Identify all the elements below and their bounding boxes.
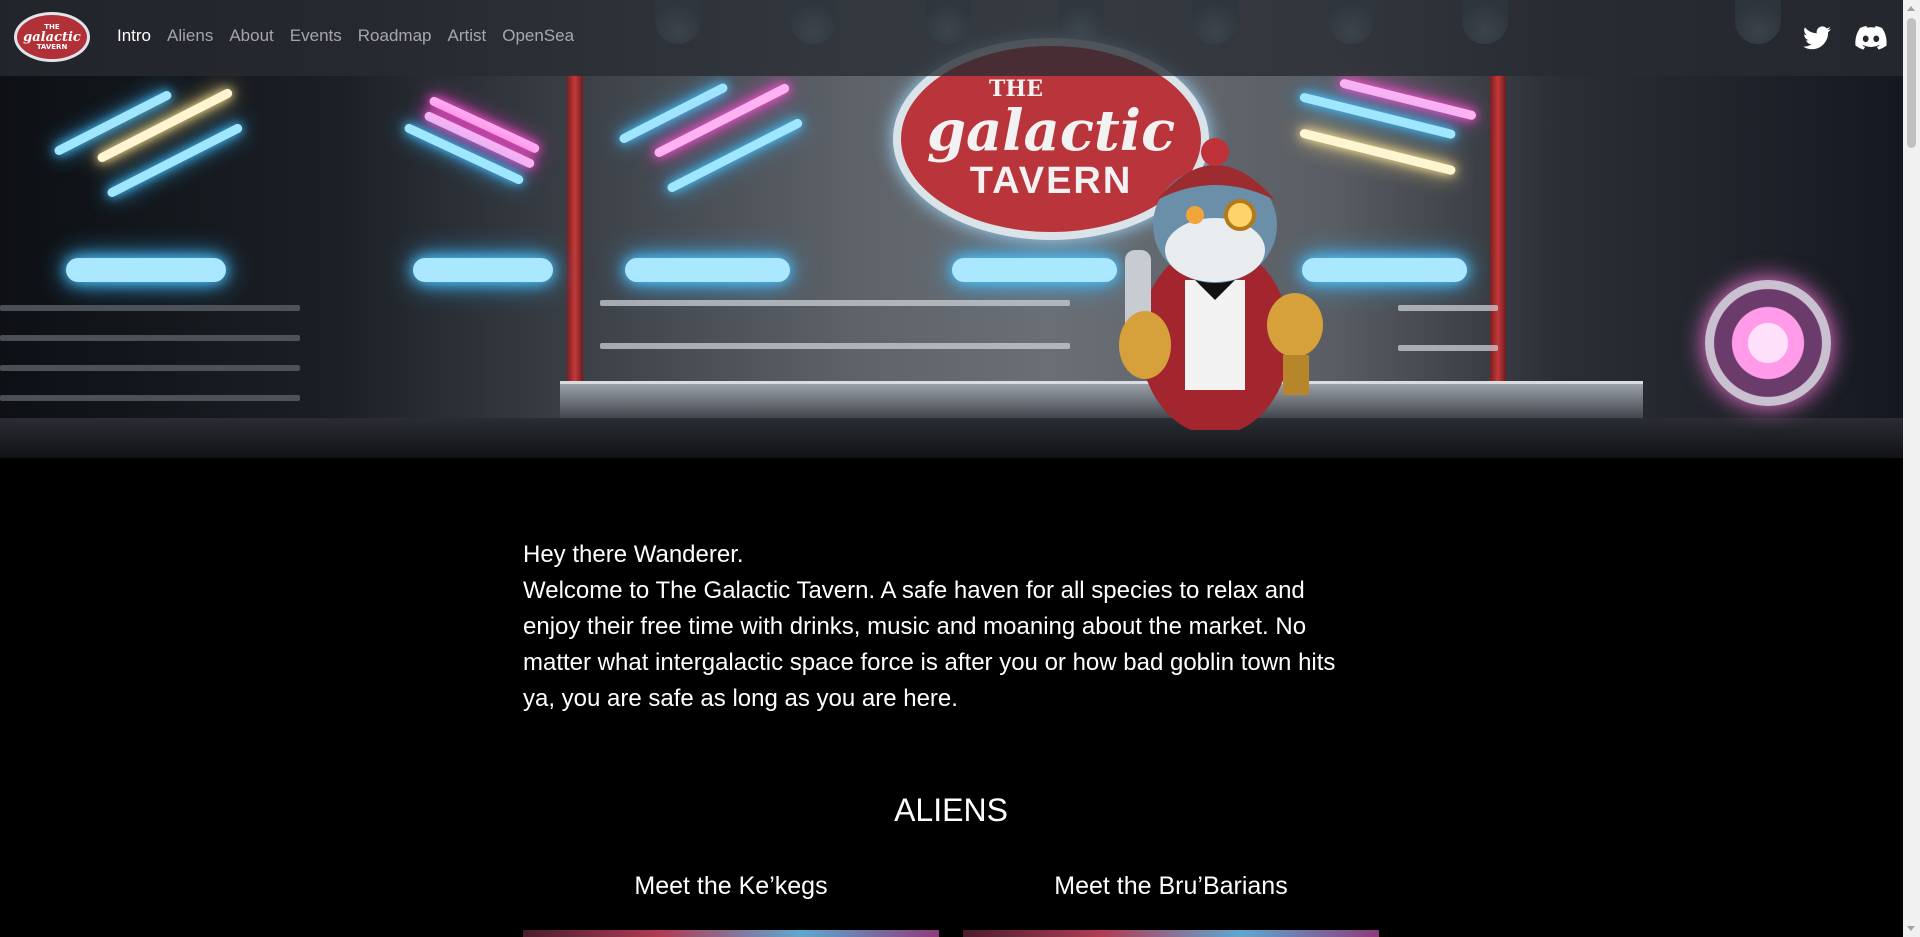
twitter-icon[interactable] <box>1801 22 1833 54</box>
floor <box>0 418 1903 458</box>
nav-link-about[interactable]: About <box>229 26 273 46</box>
neon-bar <box>66 258 226 282</box>
shelf <box>1398 345 1498 351</box>
aliens-section-title: ALIENS <box>894 792 1008 828</box>
shelf <box>600 343 1070 349</box>
intro-section: Hey there Wanderer. Welcome to The Galac… <box>523 537 1353 717</box>
scroll-up-arrow-icon[interactable] <box>1907 6 1915 11</box>
nav-links: Intro Aliens About Events Roadmap Artist… <box>117 26 590 46</box>
neon-tube <box>665 117 804 194</box>
neon-bar <box>413 258 553 282</box>
nav-link-intro[interactable]: Intro <box>117 26 151 46</box>
top-navbar: THE galactic TAVERN Intro Aliens About E… <box>0 0 1903 76</box>
red-pillar <box>567 75 583 425</box>
portal-icon <box>1705 280 1831 406</box>
neon-tube <box>652 82 791 159</box>
nav-link-artist[interactable]: Artist <box>447 26 486 46</box>
galactic-tavern-logo[interactable]: THE galactic TAVERN <box>14 12 90 62</box>
neon-bar <box>625 258 790 282</box>
intro-body: Welcome to The Galactic Tavern. A safe h… <box>523 577 1336 712</box>
nav-link-events[interactable]: Events <box>290 26 342 46</box>
intro-greeting: Hey there Wanderer. <box>523 541 744 568</box>
nav-link-opensea[interactable]: OpenSea <box>502 26 574 46</box>
logo-galactic: galactic <box>23 29 81 45</box>
brubarians-card-title: Meet the Bru’Barians <box>1054 872 1288 900</box>
red-pillar <box>1490 75 1506 425</box>
nav-link-aliens[interactable]: Aliens <box>167 26 213 46</box>
kekegs-card-image[interactable] <box>523 930 939 937</box>
shelf <box>1398 305 1498 311</box>
neon-tube <box>617 82 729 145</box>
neon-tube <box>105 122 244 199</box>
discord-icon[interactable] <box>1855 22 1887 54</box>
bartender-illustration <box>1119 138 1323 430</box>
page-scrollbar[interactable] <box>1903 0 1920 937</box>
shelf <box>600 300 1070 306</box>
nav-link-roadmap[interactable]: Roadmap <box>358 26 432 46</box>
scrollbar-thumb[interactable] <box>1907 18 1916 148</box>
shelf <box>0 305 300 311</box>
brubarians-card-image[interactable] <box>963 930 1379 937</box>
kekegs-card-title: Meet the Ke’kegs <box>634 872 828 900</box>
shelf <box>0 395 300 401</box>
shelf <box>0 365 300 371</box>
shelf <box>0 335 300 341</box>
scroll-down-arrow-icon[interactable] <box>1907 926 1915 931</box>
logo-tavern: TAVERN <box>36 42 68 51</box>
